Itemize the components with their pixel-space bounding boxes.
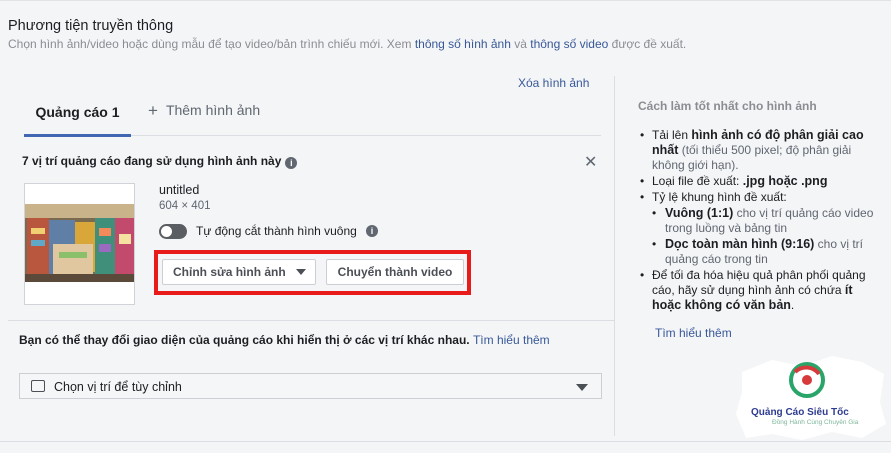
tab-add-image-label: Thêm hình ảnh <box>165 102 261 118</box>
placements-note-text: 7 vị trí quảng cáo đang sử dụng hình ảnh… <box>22 154 282 168</box>
best-practices-title: Cách làm tốt nhất cho hình ảnh <box>638 99 817 113</box>
monitor-icon <box>31 380 45 392</box>
list-item: Dọc toàn màn hình (9:16) cho vị trí quản… <box>638 237 883 267</box>
bp-item4-pre: Để tối đa hóa hiệu quả phân phối quảng c… <box>652 268 866 297</box>
auto-crop-toggle[interactable] <box>159 224 187 239</box>
customize-note: Bạn có thể thay đổi giao diện của quảng … <box>19 333 550 347</box>
toggle-knob <box>161 226 172 237</box>
chevron-down-icon <box>576 384 588 391</box>
column-divider <box>614 76 615 436</box>
bp-item1-post: (tối thiểu 500 pixel; độ phân giải không… <box>652 143 852 172</box>
edit-image-button[interactable]: Chỉnh sửa hình ảnh <box>162 259 316 285</box>
logo-tagline: Đồng Hành Cùng Chuyên Gia <box>772 419 859 426</box>
bp-item2-pre: Loại file đề xuất: <box>652 174 743 188</box>
bp-item3: Tỷ lệ khung hình đề xuất: <box>652 190 787 204</box>
shop-photo <box>25 204 134 282</box>
tab-add-image[interactable]: + Thêm hình ảnh <box>148 101 260 121</box>
chevron-down-icon <box>295 269 306 275</box>
tabs-underline <box>131 135 601 136</box>
placements-note: 7 vị trí quảng cáo đang sử dụng hình ảnh… <box>22 154 298 169</box>
desc-suffix: được đề xuất. <box>608 37 687 51</box>
placement-select-label: Chọn vị trí để tùy chỉnh <box>54 380 182 394</box>
top-divider <box>0 0 891 1</box>
close-icon[interactable]: ✕ <box>584 152 597 172</box>
image-thumbnail[interactable] <box>24 183 135 305</box>
bp-sub2-strong: Dọc toàn màn hình (9:16) <box>665 237 815 251</box>
edit-image-label: Chỉnh sửa hình ảnh <box>173 265 286 279</box>
section-divider <box>8 320 614 321</box>
section-title: Phương tiện truyền thông <box>8 18 174 34</box>
section-description: Chọn hình ảnh/video hoặc dùng mẫu để tạo… <box>8 37 686 51</box>
bp-item4-post: . <box>790 298 795 312</box>
list-item: Tỷ lệ khung hình đề xuất: <box>638 190 883 205</box>
image-specs-link[interactable]: thông số hình ảnh <box>415 37 511 51</box>
media-section: Phương tiện truyền thông Chọn hình ảnh/v… <box>0 0 891 453</box>
list-item: Vuông (1:1) cho vị trí quảng cáo video t… <box>638 206 883 236</box>
image-dimensions: 604 × 401 <box>159 200 211 212</box>
bp-sub1-strong: Vuông (1:1) <box>665 206 734 220</box>
remove-image-link[interactable]: Xóa hình ảnh <box>518 76 589 90</box>
auto-crop-info-icon[interactable]: i <box>366 225 378 237</box>
learn-more-link[interactable]: Tìm hiểu thêm <box>473 333 550 347</box>
convert-to-video-button[interactable]: Chuyển thành video <box>326 259 464 285</box>
tab-ad-1-label: Quảng cáo 1 <box>35 104 120 120</box>
customize-note-text: Bạn có thể thay đổi giao diện của quảng … <box>19 333 470 347</box>
list-item: Để tối đa hóa hiệu quả phân phối quảng c… <box>638 268 883 313</box>
placement-select[interactable]: Chọn vị trí để tùy chỉnh <box>19 373 602 399</box>
list-item: Loại file đề xuất: .jpg hoặc .png <box>638 174 883 189</box>
desc-mid: và <box>510 37 531 51</box>
video-specs-link[interactable]: thông số video <box>530 37 608 51</box>
info-icon[interactable]: i <box>285 157 298 169</box>
desc-prefix: Chọn hình ảnh/video hoặc dùng mẫu để tạo… <box>8 37 415 51</box>
bp-item2-strong: .jpg hoặc .png <box>742 174 828 188</box>
best-practices-learn-more-link[interactable]: Tìm hiểu thêm <box>655 326 732 340</box>
bp-item1-pre: Tải lên <box>652 128 692 142</box>
image-filename: untitled <box>159 183 200 197</box>
best-practices-list: Tải lên hình ảnh có độ phân giải cao nhấ… <box>638 128 883 314</box>
plus-icon: + <box>148 101 158 120</box>
auto-crop-label: Tự động cắt thành hình vuông <box>196 224 357 238</box>
brand-logo <box>736 356 886 440</box>
tab-ad-1[interactable]: Quảng cáo 1 <box>24 97 131 137</box>
logo-name: Quảng Cáo Siêu Tốc <box>751 407 849 418</box>
list-item: Tải lên hình ảnh có độ phân giải cao nhấ… <box>638 128 883 173</box>
